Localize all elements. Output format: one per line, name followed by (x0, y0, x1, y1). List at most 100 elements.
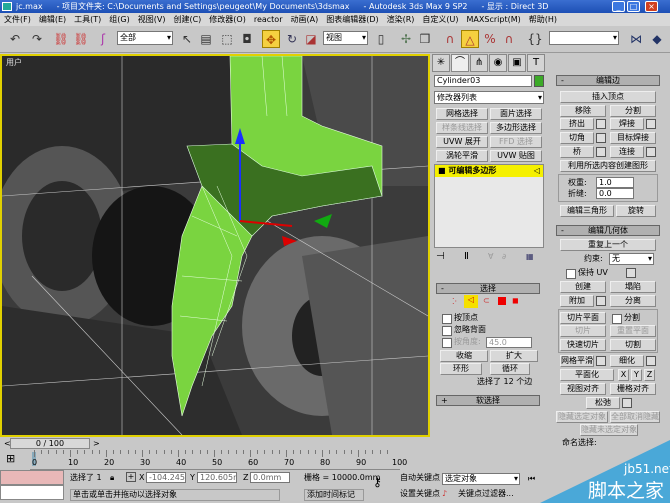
stack-item-editable-poly[interactable]: ■ 可编辑多边形 ◁ (435, 165, 543, 177)
edge-mode-icon[interactable]: ◁ (464, 295, 478, 308)
grid-align-button[interactable]: 栅格对齐 (610, 383, 656, 395)
menu-reactor[interactable]: reactor (250, 13, 287, 26)
absolute-mode-icon[interactable]: + (126, 472, 136, 482)
extrude-settings-icon[interactable] (596, 119, 606, 129)
meshsmooth-button[interactable]: 网格平滑 (560, 355, 594, 367)
border-mode-icon[interactable]: ⊂ (483, 296, 490, 306)
light-bulb-icon[interactable]: ◁ (534, 165, 540, 177)
z-coordinate-field[interactable]: 0.0mm (250, 472, 290, 483)
unhide-all-button[interactable]: 全部取消隐藏 (610, 411, 660, 423)
object-color-swatch[interactable] (534, 75, 544, 87)
selection-rollout-header[interactable]: - 选择 (436, 283, 540, 294)
ring-button[interactable]: 环形 (440, 363, 482, 375)
menu-create[interactable]: 创建(C) (169, 13, 205, 26)
mirror-icon[interactable]: ⋈ (627, 30, 645, 48)
make-planar-button[interactable]: 平面化 (560, 369, 614, 381)
redo-icon[interactable]: ↷ (28, 30, 46, 48)
bridge-button[interactable]: 桥 (560, 146, 594, 158)
create-button[interactable]: 创建 (560, 281, 606, 293)
split-button[interactable]: 分割 (610, 105, 656, 117)
tessellate-settings-icon[interactable] (646, 356, 656, 366)
menu-file[interactable]: 文件(F) (0, 13, 35, 26)
by-vertex-checkbox[interactable]: 按顶点 (442, 313, 478, 324)
mesh-select-button[interactable]: 网格选择 (436, 108, 488, 120)
menu-views[interactable]: 视图(V) (134, 13, 170, 26)
edit-geometry-rollout-header[interactable]: - 编辑几何体 (556, 225, 660, 236)
display-tab-icon[interactable]: ▣ (508, 54, 526, 72)
insert-vertex-button[interactable]: 插入顶点 (560, 91, 656, 103)
minimize-button[interactable]: _ (612, 1, 625, 12)
menu-edit[interactable]: 编辑(E) (35, 13, 70, 26)
time-slider[interactable]: 0 / 100 (10, 438, 90, 449)
maxscript-listener-white[interactable] (0, 485, 64, 500)
view-align-button[interactable]: 视图对齐 (560, 383, 606, 395)
select-manipulate-icon[interactable]: ✢ (397, 30, 415, 48)
create-tab-icon[interactable]: ✳ (432, 54, 450, 72)
motion-tab-icon[interactable]: ◉ (489, 54, 507, 72)
go-to-start-icon[interactable]: ⏮ (528, 474, 535, 484)
menu-modifiers[interactable]: 修改器(O) (205, 13, 250, 26)
track-bar-icon[interactable]: ⊞ (6, 453, 15, 464)
quickslice-button[interactable]: 快速切片 (560, 339, 606, 351)
shrink-button[interactable]: 收缩 (440, 350, 488, 362)
cut-button[interactable]: 切割 (610, 339, 656, 351)
rectangle-selection-icon[interactable]: ⬚ (218, 30, 236, 48)
repeat-last-button[interactable]: 重复上一个 (560, 239, 656, 251)
slice-plane-button[interactable]: 切片平面 (560, 312, 606, 324)
element-mode-icon[interactable]: ◼ (512, 296, 519, 306)
meshsmooth-settings-icon[interactable] (596, 356, 606, 366)
remove-modifier-icon[interactable]: ∂ (502, 252, 506, 262)
slice-button[interactable]: 切片 (560, 325, 606, 337)
attach-settings-icon[interactable] (596, 296, 606, 306)
make-unique-icon[interactable]: ∀ (488, 252, 493, 262)
uvw-unwrap-button[interactable]: UVW 展开 (436, 136, 488, 148)
weight-spinner[interactable]: 1.0 (596, 177, 634, 188)
y-coordinate-field[interactable]: 120.605mr (197, 472, 237, 483)
connect-settings-icon[interactable] (646, 147, 656, 157)
percent-snap-icon[interactable]: % (481, 30, 499, 48)
menu-rendering[interactable]: 渲染(R) (383, 13, 419, 26)
constraint-dropdown[interactable]: 无 (609, 253, 654, 265)
menu-group[interactable]: 组(G) (105, 13, 133, 26)
move-icon[interactable]: ✥ (262, 30, 280, 48)
viewport-label[interactable]: 用户 (6, 57, 22, 68)
window-crossing-icon[interactable]: ◘ (238, 30, 256, 48)
track-bar[interactable]: 0 10 20 30 40 50 60 70 80 90 100 (30, 450, 407, 470)
by-angle-checkbox[interactable]: 按角度: (442, 337, 481, 348)
bridge-settings-icon[interactable] (596, 147, 606, 157)
split-checkbox[interactable]: 分割 (612, 313, 640, 324)
angle-snap-icon[interactable]: △ (461, 30, 479, 48)
auto-key-button[interactable]: 自动关键点 (400, 473, 440, 483)
align-icon[interactable]: ◆ (648, 30, 666, 48)
edit-named-selection-icon[interactable]: {} (526, 30, 544, 48)
pivot-center-icon[interactable]: ▯ (372, 30, 390, 48)
key-filters-button[interactable]: 关键点过滤器... (458, 489, 514, 499)
tessellate-button[interactable]: 细化 (610, 355, 644, 367)
object-name-input[interactable]: Cylinder03 (434, 75, 532, 87)
preserve-uv-checkbox[interactable]: 保持 UV (566, 268, 608, 279)
spline-select-button[interactable]: 样条线选择 (436, 122, 488, 134)
weld-settings-icon[interactable] (646, 119, 656, 129)
ffd-select-button[interactable]: FFD 选择 (490, 136, 542, 148)
select-by-name-icon[interactable]: ▤ (197, 30, 215, 48)
x-coordinate-field[interactable]: -104.245r (146, 472, 186, 483)
snap-toggle-icon[interactable]: ∩ (441, 30, 459, 48)
ignore-backfacing-checkbox[interactable]: 忽略背面 (442, 325, 486, 336)
uvw-map-button[interactable]: UVW 贴图 (490, 150, 542, 162)
planar-z-button[interactable]: Z (644, 369, 655, 381)
selection-filter-dropdown[interactable]: 全部 (117, 31, 173, 45)
hide-unselected-button[interactable]: 隐藏未选定对象 (580, 424, 638, 436)
menu-help[interactable]: 帮助(H) (525, 13, 561, 26)
grow-button[interactable]: 扩大 (490, 350, 538, 362)
preserve-uv-settings-icon[interactable] (626, 268, 636, 278)
lock-selection-icon[interactable]: 🔒︎ (110, 473, 114, 483)
link-icon[interactable]: ⛓ (52, 30, 70, 48)
configure-sets-icon[interactable]: ▦ (526, 252, 534, 262)
named-selection-dropdown[interactable] (549, 31, 619, 45)
patch-select-button[interactable]: 面片选择 (490, 108, 542, 120)
hide-selected-button[interactable]: 隐藏选定对象 (556, 411, 608, 423)
key-mode-dropdown[interactable]: 选定对象 (442, 473, 520, 485)
create-shape-button[interactable]: 利用所选内容创建图形 (560, 160, 656, 172)
undo-icon[interactable]: ↶ (6, 30, 24, 48)
soft-selection-rollout-header[interactable]: + 软选择 (436, 395, 540, 406)
